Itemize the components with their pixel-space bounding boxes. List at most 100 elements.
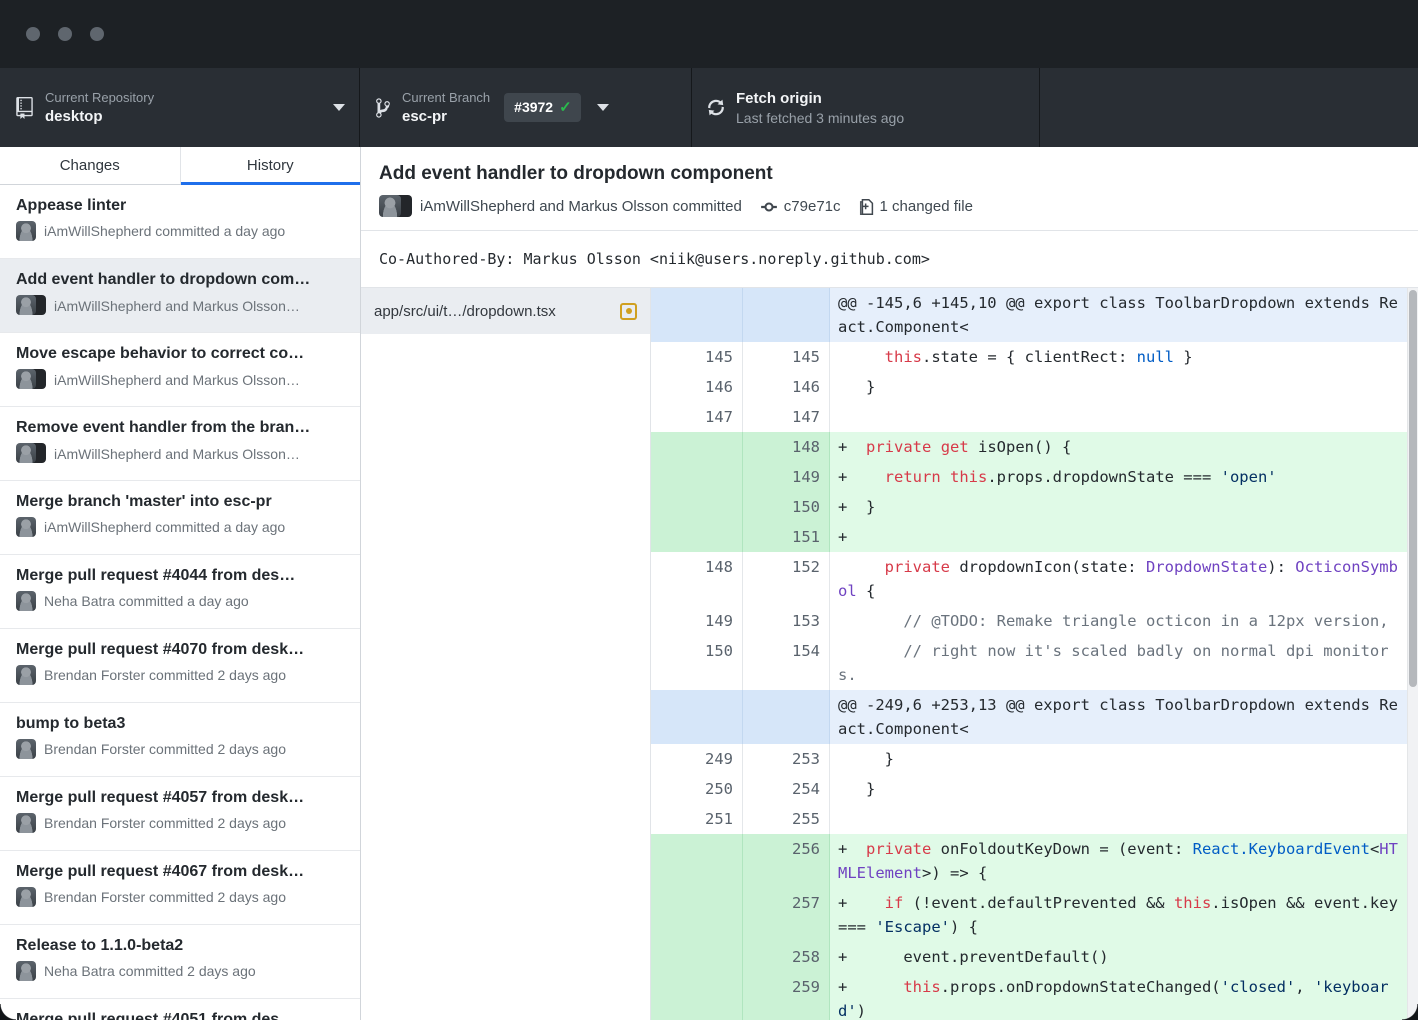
commit-item-meta: iAmWillShepherd and Markus Olsson… xyxy=(54,372,300,388)
avatar xyxy=(16,739,36,759)
changed-file-row[interactable]: app/src/ui/t…/dropdown.tsx xyxy=(361,288,650,334)
new-line-number: 149 xyxy=(743,462,830,492)
commit-item-title: Merge pull request #4051 from des… xyxy=(16,1011,344,1020)
avatar xyxy=(16,517,36,537)
old-line-number: 149 xyxy=(651,606,743,636)
author-avatars xyxy=(16,443,46,464)
history-commit-item[interactable]: Merge pull request #4067 from desk… Brend… xyxy=(0,851,360,925)
history-commit-item[interactable]: Add event handler to dropdown com…iAmWil… xyxy=(0,259,360,333)
commit-item-meta: Brendan Forster committed 2 days ago xyxy=(44,815,286,831)
diff-line: 259+ this.props.onDropdownStateChanged('… xyxy=(651,972,1418,1020)
tab-history[interactable]: History xyxy=(181,147,361,184)
commit-title: Add event handler to dropdown component xyxy=(379,162,1400,185)
new-line-number: 147 xyxy=(743,402,830,432)
old-line-number xyxy=(651,942,743,972)
repo-icon xyxy=(16,97,33,119)
avatar xyxy=(16,221,36,241)
diff-line: 148152 private dropdownIcon(state: Dropd… xyxy=(651,552,1418,606)
new-line-number: 153 xyxy=(743,606,830,636)
git-branch-icon xyxy=(376,97,390,119)
commit-item-meta: iAmWillShepherd committed a day ago xyxy=(44,223,285,239)
commit-item-title: Merge pull request #4067 from desk… xyxy=(16,863,344,881)
new-line-number: 254 xyxy=(743,774,830,804)
commit-item-meta: iAmWillShepherd committed a day ago xyxy=(44,519,285,535)
old-line-number: 249 xyxy=(651,744,743,774)
changed-files-panel: app/src/ui/t…/dropdown.tsx xyxy=(361,288,651,1020)
commit-item-meta-row: Neha Batra committed a day ago xyxy=(16,591,344,611)
repository-label: Current Repository xyxy=(45,90,154,105)
history-commit-item[interactable]: Merge pull request #4044 from des… Neha B… xyxy=(0,555,360,629)
history-commit-item[interactable]: bump to beta3Brendan Forster committed 2… xyxy=(0,703,360,777)
repository-name: desktop xyxy=(45,108,154,125)
history-commit-item[interactable]: Merge pull request #4051 from des… xyxy=(0,999,360,1020)
commit-item-meta: Brendan Forster committed 2 days ago xyxy=(44,889,286,905)
diff-code: @@ -145,6 +145,10 @@ export class Toolba… xyxy=(830,288,1418,342)
old-line-number: 148 xyxy=(651,552,743,606)
commit-item-meta-row: iAmWillShepherd committed a day ago xyxy=(16,517,344,537)
diff-line: 249253 } xyxy=(651,744,1418,774)
commit-item-meta-row: iAmWillShepherd and Markus Olsson… xyxy=(16,369,344,390)
avatar xyxy=(16,961,36,981)
history-commit-list: Appease linteriAmWillShepherd committed … xyxy=(0,185,360,1020)
commit-item-title: bump to beta3 xyxy=(16,715,344,733)
avatar xyxy=(16,443,36,463)
history-commit-item[interactable]: Merge pull request #4057 from desk…Brend… xyxy=(0,777,360,851)
history-commit-item[interactable]: Merge branch 'master' into esc-pr iAmWill… xyxy=(0,481,360,555)
old-line-number xyxy=(651,888,743,942)
current-branch-button[interactable]: Current Branch esc-pr #3972 ✓ xyxy=(360,68,692,147)
avatar xyxy=(379,195,401,217)
zoom-window-button[interactable] xyxy=(90,27,104,41)
old-line-number xyxy=(651,492,743,522)
diff-line: 149+ return this.props.dropdownState ===… xyxy=(651,462,1418,492)
history-commit-item[interactable]: Merge pull request #4070 from desk…Brend… xyxy=(0,629,360,703)
new-line-number: 258 xyxy=(743,942,830,972)
old-line-number xyxy=(651,288,743,342)
chevron-down-icon xyxy=(597,104,609,111)
changed-file-icon xyxy=(859,198,874,216)
new-line-number: 257 xyxy=(743,888,830,942)
old-line-number xyxy=(651,972,743,1020)
history-commit-item[interactable]: Appease linteriAmWillShepherd committed … xyxy=(0,185,360,259)
diff-line: 150+ } xyxy=(651,492,1418,522)
pull-request-number: #3972 xyxy=(514,99,553,115)
diff-line: 250254 } xyxy=(651,774,1418,804)
diff-scrollbar-track[interactable] xyxy=(1407,288,1418,1020)
diff-code: } xyxy=(830,372,1418,402)
new-line-number: 154 xyxy=(743,636,830,690)
diff-line: 149153 // @TODO: Remake triangle octicon… xyxy=(651,606,1418,636)
toolbar-empty-area xyxy=(1040,68,1418,147)
new-line-number: 146 xyxy=(743,372,830,402)
new-line-number: 256 xyxy=(743,834,830,888)
file-path: app/src/ui/t…/dropdown.tsx xyxy=(374,303,620,320)
new-line-number: 150 xyxy=(743,492,830,522)
diff-scrollbar-thumb[interactable] xyxy=(1409,290,1417,687)
diff-code xyxy=(830,804,1418,834)
diff-code: @@ -249,6 +253,13 @@ export class Toolba… xyxy=(830,690,1418,744)
fetch-origin-button[interactable]: Fetch origin Last fetched 3 minutes ago xyxy=(692,68,1040,147)
diff-code: + xyxy=(830,522,1418,552)
current-repository-button[interactable]: Current Repository desktop xyxy=(0,68,360,147)
minimize-window-button[interactable] xyxy=(58,27,72,41)
history-commit-item[interactable]: Release to 1.1.0-beta2Neha Batra committ… xyxy=(0,925,360,999)
avatar xyxy=(16,591,36,611)
history-commit-item[interactable]: Remove event handler from the bran…iAmWi… xyxy=(0,407,360,481)
window-corner xyxy=(1402,1004,1418,1020)
branch-label: Current Branch xyxy=(402,90,490,105)
close-window-button[interactable] xyxy=(26,27,40,41)
old-line-number: 145 xyxy=(651,342,743,372)
history-commit-item[interactable]: Move escape behavior to correct co… iAmWi… xyxy=(0,333,360,407)
commit-item-title: Merge pull request #4070 from desk… xyxy=(16,641,344,659)
new-line-number: 253 xyxy=(743,744,830,774)
diff-line: 150154 // right now it's scaled badly on… xyxy=(651,636,1418,690)
new-line-number: 145 xyxy=(743,342,830,372)
commit-item-title: Merge pull request #4044 from des… xyxy=(16,567,344,585)
diff-code: + if (!event.defaultPrevented && this.is… xyxy=(830,888,1418,942)
new-line-number: 255 xyxy=(743,804,830,834)
commit-item-title: Move escape behavior to correct co… xyxy=(16,345,344,363)
diff-code: // right now it's scaled badly on normal… xyxy=(830,636,1418,690)
tab-changes[interactable]: Changes xyxy=(0,147,181,184)
commit-item-title: Merge branch 'master' into esc-pr xyxy=(16,493,344,511)
avatar xyxy=(16,665,36,685)
fetch-origin-title: Fetch origin xyxy=(736,90,904,107)
diff-line: 148+ private get isOpen() { xyxy=(651,432,1418,462)
